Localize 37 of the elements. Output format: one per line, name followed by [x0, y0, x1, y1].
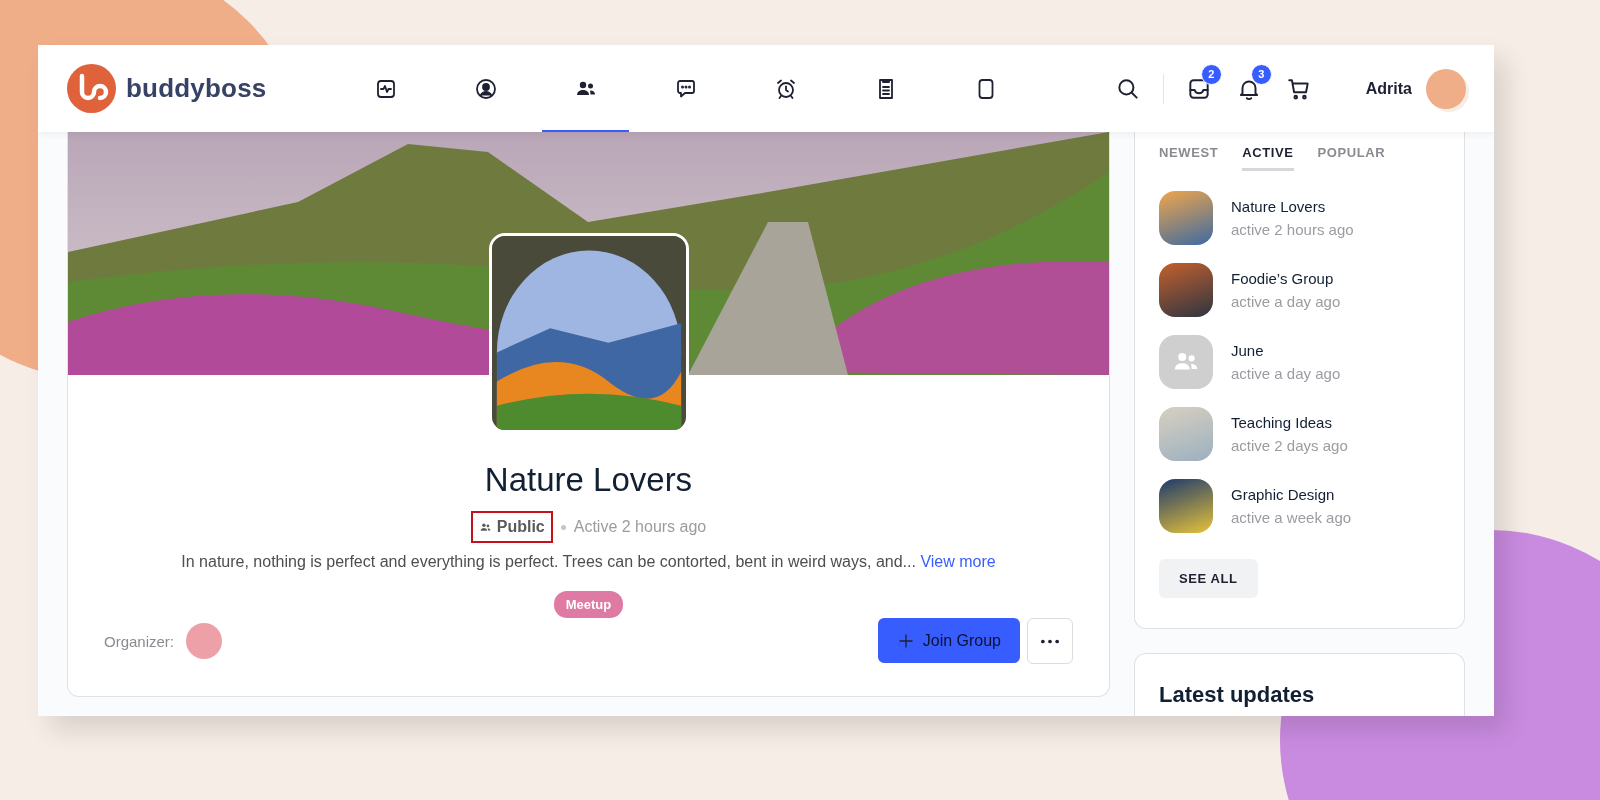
user-name[interactable]: Adrita: [1365, 79, 1412, 98]
widget-title: Latest updates: [1159, 682, 1316, 708]
join-group-button[interactable]: Join Group: [877, 618, 1020, 663]
group-name-link[interactable]: Graphic Design: [1231, 486, 1352, 503]
group-title: Nature Lovers: [484, 461, 693, 499]
group-name-link[interactable]: June: [1231, 342, 1341, 359]
group-thumbnail-photo-placeholder[interactable]: [1159, 479, 1213, 533]
group-activity: active 2 days ago: [1231, 437, 1348, 454]
group-thumbnail-photo-placeholder[interactable]: [1159, 263, 1213, 317]
logo-icon[interactable]: [67, 64, 116, 113]
bell-button[interactable]: 3: [1235, 63, 1272, 102]
see-all-button[interactable]: SEE ALL: [1159, 559, 1258, 598]
user-avatar[interactable]: [1426, 68, 1466, 109]
organizer-label: Organizer:: [104, 632, 175, 650]
organizer-avatar[interactable]: [186, 623, 223, 659]
group-activity: active a day ago: [1231, 293, 1341, 310]
group-type-tag: Meetup: [553, 591, 624, 618]
user-circle-icon: [474, 76, 498, 101]
count-badge: 3: [1250, 63, 1272, 85]
group-name-link[interactable]: Teaching Ideas: [1231, 414, 1348, 431]
group-description: In nature, nothing is perfect and everything is perfect. Trees can be contorted, bent in weird ways, and... View more: [181, 553, 996, 571]
group-activity: active a day ago: [1231, 365, 1341, 382]
inbox-button[interactable]: 2: [1185, 63, 1222, 102]
group-activity: active a week ago: [1231, 509, 1352, 526]
group-thumbnail-photo-placeholder[interactable]: [1159, 191, 1213, 245]
group-name-link[interactable]: Nature Lovers: [1231, 198, 1354, 215]
plus-icon: [896, 631, 915, 650]
count-badge: 2: [1200, 63, 1222, 85]
ellipsis-icon: [1041, 638, 1059, 644]
group-activity: active 2 hours ago: [1231, 221, 1354, 238]
group-thumbnail-photo-placeholder[interactable]: [1159, 407, 1213, 461]
activity-status: Active 2 hours ago: [573, 518, 707, 536]
group-name-link[interactable]: Foodie’s Group: [1231, 270, 1341, 287]
filter-tab[interactable]: ACTIVE: [1242, 145, 1294, 171]
view-more-link[interactable]: View more: [920, 553, 996, 570]
privacy-label: Public: [470, 511, 553, 543]
brand-name[interactable]: buddyboss: [126, 73, 267, 104]
